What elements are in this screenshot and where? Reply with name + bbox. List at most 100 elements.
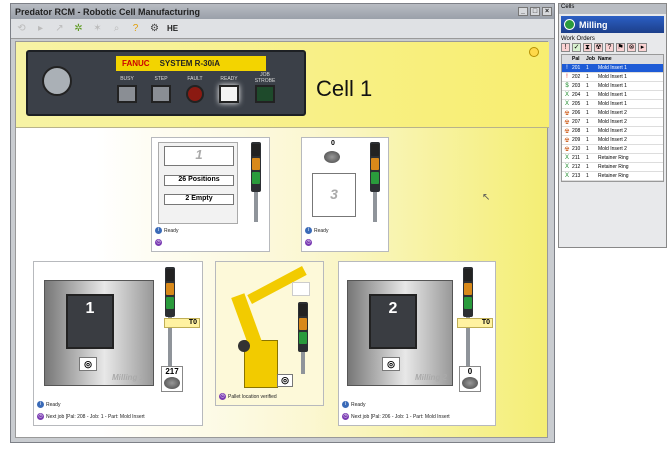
table-row[interactable]: ! 201 1 Mold Insert 1 [562, 64, 663, 73]
queue-icon: ◷ [37, 413, 44, 420]
row-pal: 213 [572, 173, 581, 179]
rack-pole [254, 192, 258, 222]
rack-card[interactable]: 1 26 Positions 2 Empty i Ready ◷ [151, 137, 270, 252]
cell-header: FANUC SYSTEM R-30iA BUSY STEP FAULT READ… [16, 42, 549, 128]
queue-icon: ◷ [305, 239, 312, 246]
row-pal: 203 [572, 83, 581, 89]
row-status-icon: X [564, 155, 569, 161]
column-pal[interactable]: Pal [572, 56, 586, 62]
row-job: 1 [586, 173, 589, 179]
machine-2-status-text: Ready [351, 401, 366, 408]
row-job: 1 [586, 92, 589, 98]
minimize-button[interactable]: _ [518, 7, 528, 16]
machine-1-job: ◷ Next job [Pal: 208 - Job: 1 - Part: Mol… [37, 413, 145, 420]
row-name: Mold Insert 1 [598, 83, 627, 89]
robot-tool-slot [292, 282, 310, 296]
fault-indicator [186, 85, 204, 103]
column-job[interactable]: Job [586, 56, 598, 62]
table-row[interactable]: X 204 1 Mold Insert 1 [562, 91, 663, 100]
toolbar: ⟲ ▸ ↗ ✲ ✶ ⌕ ? ⚙ HE [11, 19, 554, 39]
table-row[interactable]: ! 202 1 Mold Insert 1 [562, 73, 663, 82]
row-name: Mold Insert 2 [598, 137, 627, 143]
maximize-button[interactable]: □ [530, 7, 540, 16]
table-row[interactable]: ☢ 210 1 Mold Insert 2 [562, 145, 663, 154]
table-row[interactable]: ☢ 209 1 Mold Insert 2 [562, 136, 663, 145]
row-pal: 202 [572, 74, 581, 80]
row-name: Mold Insert 2 [598, 146, 627, 152]
settings-icon[interactable]: ⚙ [148, 22, 161, 35]
table-row[interactable]: X 212 1 Retainer Ring [562, 163, 663, 172]
queue-icon: ◷ [155, 239, 162, 246]
table-row[interactable]: ☢ 208 1 Mold Insert 2 [562, 127, 663, 136]
cell-selector-label: Milling [579, 19, 608, 30]
machine-1-number: 1 [66, 294, 114, 349]
table-row[interactable]: $203 1 Mold Insert 1 [562, 82, 663, 91]
rack-stack-light-icon [251, 142, 261, 192]
help-icon[interactable]: ? [129, 22, 142, 35]
machine-2-job: ◷ Next job [Pal: 206 - Job: 1 - Part: Mol… [342, 413, 450, 420]
arrow-icon[interactable]: ▸ [34, 22, 47, 35]
row-job: 1 [586, 119, 589, 125]
line-icon[interactable]: ↗ [53, 22, 66, 35]
machine-2-tool: T0 [457, 318, 493, 328]
table-row[interactable]: X 213 1 Retainer Ring [562, 172, 663, 181]
machine-2-card[interactable]: 2 ◎ Milling 2 T0 0 i Ready ◷ Next job [Pal… [338, 261, 496, 426]
robot-status-text: Pallet location verified [228, 393, 277, 400]
robot-status: ◷ Pallet location verified [219, 393, 277, 400]
row-name: Mold Insert 2 [598, 128, 627, 134]
filter-flag-icon[interactable]: ⚑ [616, 43, 625, 52]
machine-1-status: i Ready [37, 401, 60, 408]
row-name: Mold Insert 2 [598, 110, 627, 116]
column-name[interactable]: Name [598, 56, 663, 62]
cell-selector[interactable]: Milling [561, 16, 664, 33]
table-row[interactable]: X 205 1 Mold Insert 1 [562, 100, 663, 109]
work-orders-title: Work Orders [561, 36, 595, 42]
rack-status: i Ready [155, 227, 178, 234]
filter-more-icon[interactable]: ⊗ [627, 43, 636, 52]
table-row[interactable]: ☢ 207 1 Mold Insert 2 [562, 118, 663, 127]
robot-power-icon[interactable]: ◎ [277, 374, 293, 387]
star-icon[interactable]: ✶ [91, 22, 104, 35]
machine-2-job-text: Next job [Pal: 206 - Job: 1 - Part: Mold… [351, 413, 450, 420]
close-button[interactable]: × [542, 7, 552, 16]
row-status-icon: ! [566, 65, 568, 71]
machine-1-card[interactable]: 1 ◎ Milling 1 T0 217 i Ready ◷ Next job [P… [33, 261, 203, 426]
back-icon[interactable]: ⟲ [15, 22, 28, 35]
filter-question-icon[interactable]: ? [605, 43, 614, 52]
step-indicator [151, 85, 171, 103]
robot-card[interactable]: ◎ ◷ Pallet location verified [215, 261, 324, 406]
row-job: 1 [586, 83, 589, 89]
filter-done-icon[interactable]: ✓ [572, 43, 581, 52]
row-status-icon: ☢ [564, 137, 570, 144]
row-job: 1 [586, 155, 589, 161]
station-card[interactable]: 0 3 i Ready ◷ [301, 137, 389, 252]
row-name: Mold Insert 1 [598, 65, 627, 71]
zoom-icon[interactable]: ⌕ [110, 22, 123, 35]
row-status-icon: $ [565, 83, 569, 89]
table-header: Pal Job Name [562, 55, 663, 64]
mode-knob-icon[interactable] [42, 66, 72, 96]
info-icon: i [37, 401, 44, 408]
info-icon: i [155, 227, 162, 234]
machine-1-count-value: 217 [165, 367, 179, 376]
cell-view: FANUC SYSTEM R-30iA BUSY STEP FAULT READ… [15, 41, 549, 438]
rack-number: 1 [164, 146, 234, 166]
ready-label: READY [220, 76, 238, 82]
busy-indicator [117, 85, 137, 103]
machine-1-power-icon[interactable]: ◎ [79, 357, 97, 371]
job-strobe-indicator [255, 85, 275, 103]
table-row[interactable]: X 211 1 Retainer Ring [562, 154, 663, 163]
machine-2-name: Milling 2 [415, 373, 447, 382]
filter-hold-icon[interactable]: ☢ [594, 43, 603, 52]
filter-extra-icon[interactable]: ▸ [638, 43, 647, 52]
robot-pole [301, 352, 305, 374]
machine-1-name: Milling 1 [112, 373, 144, 382]
machine-2-power-icon[interactable]: ◎ [382, 357, 400, 371]
filter-wait-icon[interactable]: ⧗ [583, 43, 592, 52]
row-job: 1 [586, 65, 589, 71]
fanuc-system: SYSTEM R-30iA [159, 59, 221, 68]
station-status: i Ready [305, 227, 328, 234]
filter-error-icon[interactable]: ! [561, 43, 570, 52]
table-row[interactable]: ☢ 206 1 Mold Insert 2 [562, 109, 663, 118]
plugin-icon[interactable]: ✲ [72, 22, 85, 35]
